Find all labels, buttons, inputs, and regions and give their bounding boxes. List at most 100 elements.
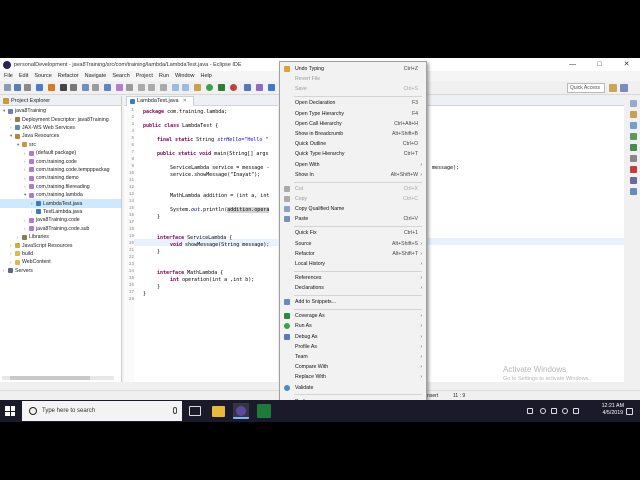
menu-help[interactable]: Help: [201, 73, 212, 79]
context-menu-item[interactable]: Open Type Hierarchy F4: [280, 109, 426, 119]
context-menu-item[interactable]: Compare With ›: [280, 362, 426, 372]
collapse-arrow-icon[interactable]: ›: [17, 235, 21, 240]
build-icon[interactable]: [48, 84, 55, 91]
server-start-icon[interactable]: [36, 84, 43, 91]
editor-tab[interactable]: LambdaTest.java ✕: [126, 96, 194, 106]
previous-annotation-icon[interactable]: [182, 84, 189, 91]
tree-item[interactable]: › JavaScript Resources: [0, 241, 121, 249]
context-menu-item[interactable]: Copy Qualified Name: [280, 204, 426, 214]
tree-item[interactable]: › WebContent: [0, 258, 121, 266]
tree-item[interactable]: › com.training.code: [0, 157, 121, 165]
context-menu-item[interactable]: Source Alt+Shift+S ›: [280, 239, 426, 249]
windows-start-icon[interactable]: [5, 406, 15, 416]
task-list-icon[interactable]: [629, 122, 637, 129]
save-icon[interactable]: [14, 84, 21, 91]
tree-item[interactable]: ▾ src: [0, 141, 121, 149]
new-package-icon[interactable]: [256, 84, 263, 91]
toggle-block-icon[interactable]: [148, 84, 155, 91]
menu-window[interactable]: Window: [175, 73, 195, 79]
context-menu-item[interactable]: Open With ›: [280, 160, 426, 170]
context-menu-item[interactable]: Open Call Hierarchy Ctrl+Alt+H: [280, 119, 426, 129]
tree-item[interactable]: › TestLambda.java: [0, 208, 121, 216]
collapse-arrow-icon[interactable]: ›: [10, 260, 14, 265]
context-menu-item[interactable]: Open Declaration F3: [280, 98, 426, 108]
code-editor[interactable]: LambdaTest.java ✕ 1 2 3 4 5 6 7 8 9 10 11 12 13 14 15 1…: [124, 96, 278, 382]
collapse-arrow-icon[interactable]: ›: [10, 243, 14, 248]
tree-item[interactable]: ▾ java8Training: [0, 107, 121, 115]
open-task-icon[interactable]: [92, 84, 99, 91]
context-menu-item[interactable]: Replace With ›: [280, 372, 426, 382]
scrollbar-thumb[interactable]: [10, 376, 90, 380]
tree-item[interactable]: › (default package): [0, 149, 121, 157]
quick-access-input[interactable]: Quick Access: [567, 83, 605, 93]
context-menu-item[interactable]: Local History ›: [280, 259, 426, 269]
debug-toolbar-icon[interactable]: [194, 84, 201, 91]
expand-arrow-icon[interactable]: ▾: [24, 192, 28, 198]
new-class-icon[interactable]: [268, 84, 275, 91]
collapse-arrow-icon[interactable]: ›: [10, 251, 14, 256]
coverage-toolbar-icon[interactable]: [218, 84, 225, 91]
minimize-button[interactable]: —: [559, 58, 586, 71]
collapse-arrow-icon[interactable]: ›: [24, 159, 28, 164]
context-menu-item[interactable]: Run As ›: [280, 321, 426, 331]
console-view-icon[interactable]: [629, 155, 637, 162]
microphone-icon[interactable]: [173, 407, 177, 414]
tree-item[interactable]: ▾ Java Resources: [0, 132, 121, 140]
expand-arrow-icon[interactable]: ▾: [10, 133, 14, 139]
collapse-arrow-icon[interactable]: ›: [24, 184, 28, 189]
menu-search[interactable]: Search: [112, 73, 129, 79]
stop-toolbar-icon[interactable]: [230, 84, 237, 91]
context-menu-item[interactable]: Show In Alt+Shift+W ›: [280, 170, 426, 180]
search-toolbar-icon[interactable]: [104, 84, 111, 91]
context-menu-item[interactable]: Refactor Alt+Shift+T ›: [280, 249, 426, 259]
collapse-arrow-icon[interactable]: ›: [24, 226, 28, 231]
context-menu-item[interactable]: Validate: [280, 383, 426, 393]
menu-file[interactable]: File: [4, 73, 13, 79]
task-view-icon[interactable]: [189, 406, 201, 416]
close-tab-icon[interactable]: ✕: [183, 97, 187, 106]
context-menu-item[interactable]: Paste Ctrl+V: [280, 214, 426, 224]
context-menu-item[interactable]: Quick Fix Ctrl+1: [280, 228, 426, 238]
maximize-button[interactable]: □: [586, 58, 613, 71]
outline-view-icon[interactable]: [629, 111, 637, 118]
menu-project[interactable]: Project: [136, 73, 153, 79]
new-icon[interactable]: [4, 84, 11, 91]
servers-view-icon[interactable]: [629, 144, 637, 151]
menu-source[interactable]: Source: [34, 73, 51, 79]
tree-item[interactable]: › com.training.code.tempppackag: [0, 166, 121, 174]
toggle-whitespace-icon[interactable]: [160, 84, 167, 91]
snippets-view-icon[interactable]: [629, 188, 637, 195]
collapse-arrow-icon[interactable]: ›: [31, 209, 35, 214]
camtasia-icon[interactable]: [257, 404, 271, 418]
taskbar-clock[interactable]: 12:21 AM 4/5/2019: [602, 403, 624, 417]
markers-view-icon[interactable]: [629, 133, 637, 140]
tree-item[interactable]: › Servers: [0, 267, 121, 275]
collapse-arrow-icon[interactable]: ›: [31, 201, 35, 206]
problems-view-icon[interactable]: [629, 166, 637, 173]
toggle-mark-icon[interactable]: [138, 84, 145, 91]
context-menu-item[interactable]: Undo Typing Ctrl+Z: [280, 64, 426, 74]
run-toolbar-icon[interactable]: [206, 84, 213, 91]
data-source-icon[interactable]: [629, 177, 637, 184]
tree-item[interactable]: › JAX-WS Web Services: [0, 124, 121, 132]
collapse-arrow-icon[interactable]: ›: [10, 117, 14, 122]
file-explorer-icon[interactable]: [212, 406, 225, 417]
tree-item[interactable]: › build: [0, 250, 121, 258]
context-menu-item[interactable]: Team ›: [280, 352, 426, 362]
expand-arrow-icon[interactable]: ▾: [3, 108, 7, 114]
terminal-icon[interactable]: [60, 84, 67, 91]
menu-refactor[interactable]: Refactor: [58, 73, 79, 79]
tree-item[interactable]: › LambdaTest.java: [0, 199, 121, 208]
tree-item[interactable]: › java8Training.code.sub: [0, 225, 121, 233]
menu-run[interactable]: Run: [159, 73, 169, 79]
context-menu-item[interactable]: References ›: [280, 273, 426, 283]
collapse-arrow-icon[interactable]: ›: [24, 218, 28, 223]
collapse-arrow-icon[interactable]: ›: [3, 268, 7, 273]
context-menu-item[interactable]: Declarations ›: [280, 283, 426, 293]
taskbar-search-input[interactable]: Type here to search: [22, 401, 182, 421]
battery-icon[interactable]: [551, 408, 557, 414]
volume-icon[interactable]: [573, 408, 579, 414]
new-java-project-icon[interactable]: [244, 84, 251, 91]
collapse-arrow-icon[interactable]: ›: [24, 167, 28, 172]
tree-item[interactable]: › Deployment Descriptor: java8Training: [0, 115, 121, 123]
